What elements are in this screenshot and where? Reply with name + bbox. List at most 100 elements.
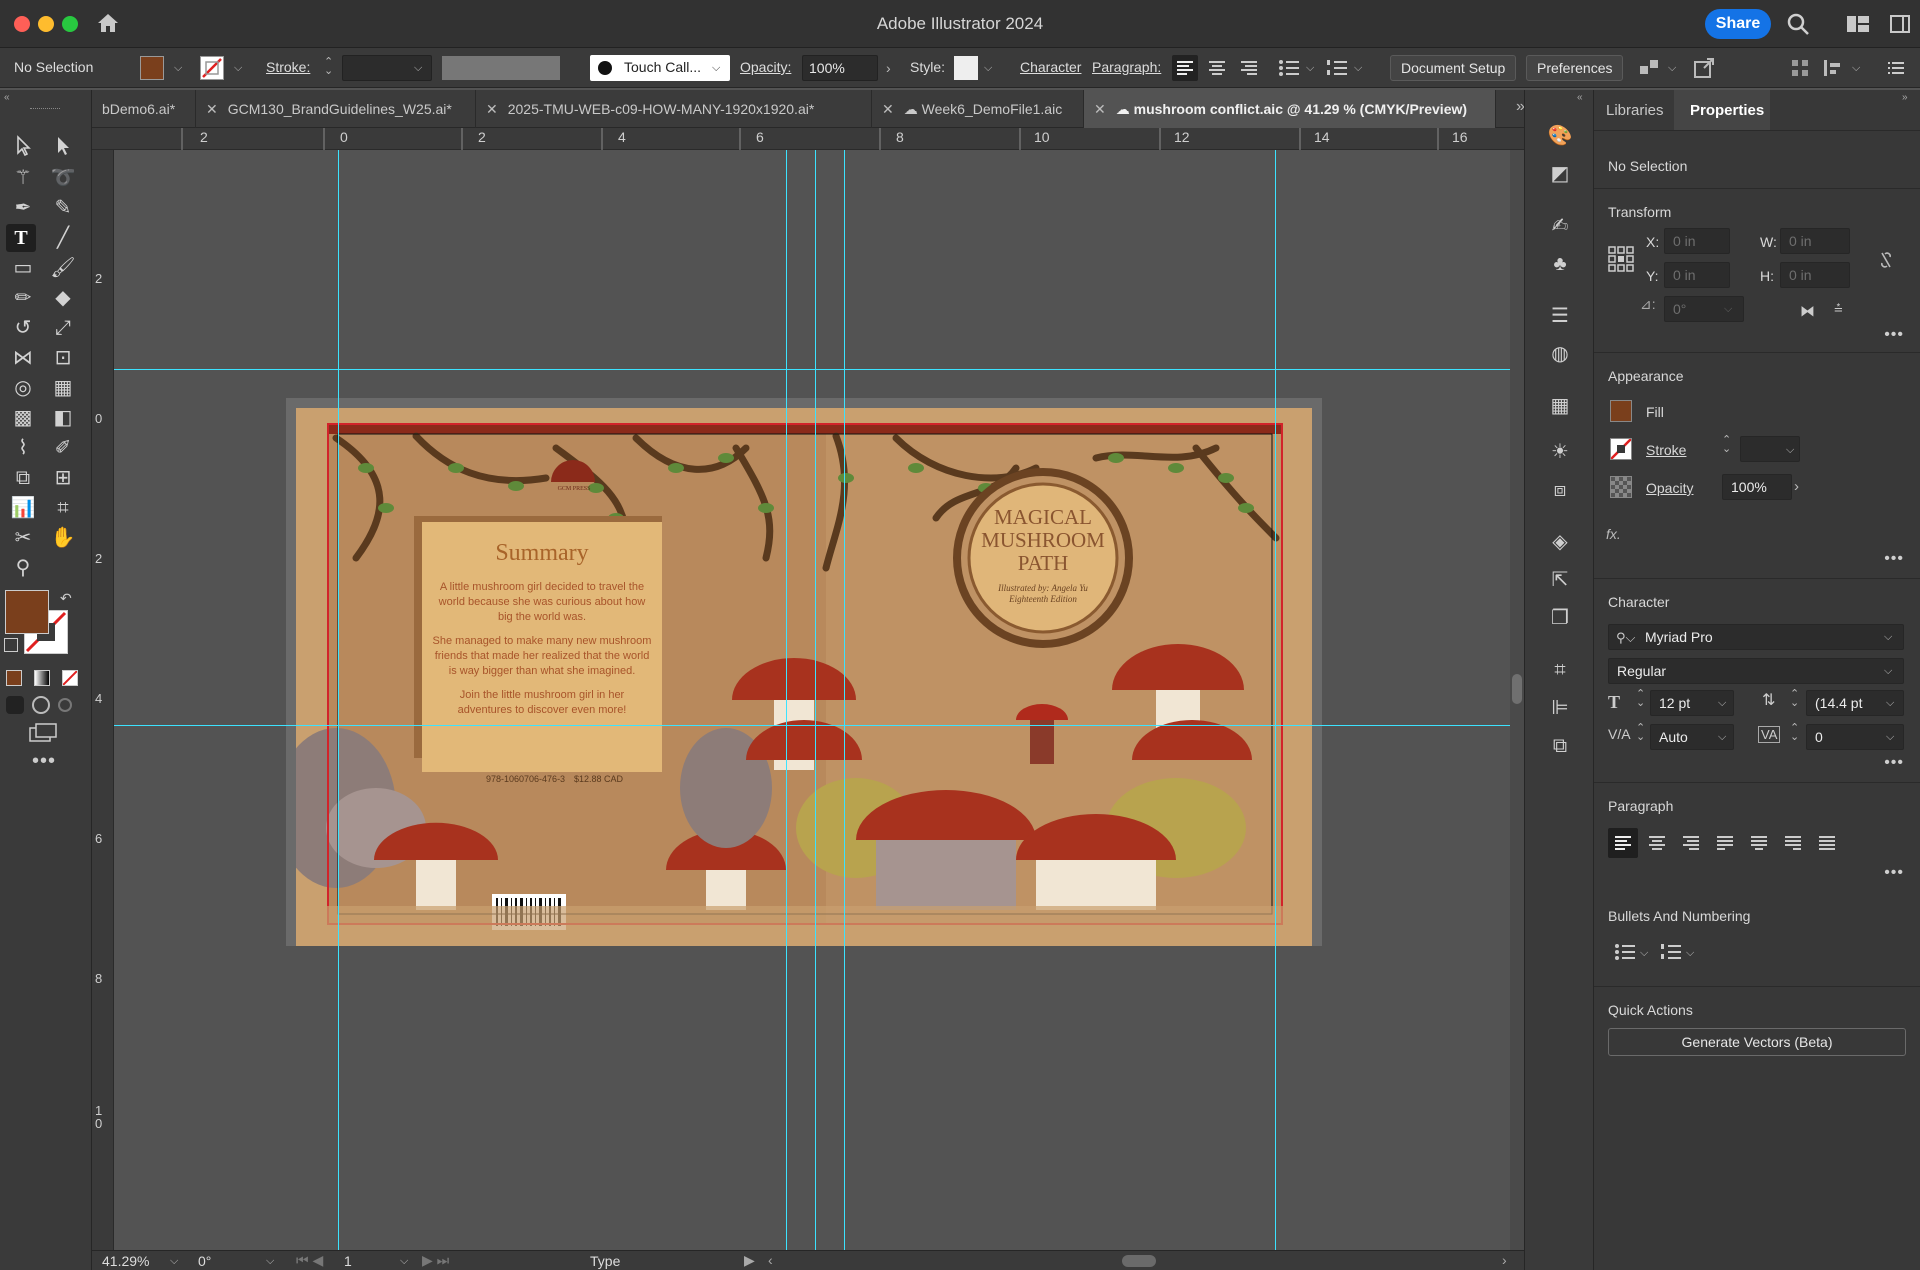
- appearance-stroke-label[interactable]: Stroke: [1646, 442, 1686, 458]
- color-guide-icon[interactable]: 🎨: [1547, 124, 1573, 148]
- eraser-tool-icon[interactable]: ◆: [48, 284, 78, 312]
- distribute-dropdown-icon[interactable]: ⌵: [1852, 62, 1860, 75]
- scroll-left-icon[interactable]: ‹: [768, 1252, 773, 1268]
- first-artboard-icon[interactable]: ⏮ ◀: [296, 1252, 323, 1269]
- swap-fill-stroke-icon[interactable]: ↶: [60, 590, 72, 607]
- align-right-button[interactable]: [1236, 55, 1262, 81]
- status-mode[interactable]: Type: [590, 1253, 620, 1269]
- appearance-opacity-label[interactable]: Opacity: [1646, 480, 1693, 496]
- gradient-tool-icon[interactable]: ◧: [48, 404, 78, 432]
- zoom-tool-icon[interactable]: ⚲: [8, 554, 38, 582]
- appearance-opacity-field[interactable]: 100%: [1722, 474, 1792, 500]
- panel-bullets-dropdown-icon[interactable]: ⌵: [1640, 947, 1648, 960]
- book-cover-artwork[interactable]: GCM PRESS Summary A little mushroom girl…: [296, 408, 1312, 946]
- horizontal-scrollbar-thumb[interactable]: [1122, 1255, 1156, 1267]
- gradient-mode-icon[interactable]: [34, 670, 50, 686]
- bullets-icon[interactable]: [1278, 58, 1300, 78]
- symbol-sprayer-tool-icon[interactable]: ⊞: [48, 464, 78, 492]
- arrange-icon[interactable]: [1638, 56, 1662, 80]
- close-tab-icon[interactable]: ✕: [1094, 101, 1106, 117]
- document-tab[interactable]: ✕ GCM130_BrandGuidelines_W25.ai*: [196, 90, 476, 128]
- pathfinder-icon[interactable]: ⧉: [1547, 734, 1573, 758]
- rotation-dropdown-icon[interactable]: ⌵: [266, 1255, 274, 1268]
- leading-stepper-icon[interactable]: ⌃ ⌄: [1790, 689, 1799, 709]
- font-size-dropdown-icon[interactable]: ⌵: [1718, 697, 1726, 710]
- width-tool-icon[interactable]: ⋈: [8, 344, 38, 372]
- align-panel-icon[interactable]: ⊫: [1547, 696, 1573, 720]
- control-bar-menu-icon[interactable]: [1886, 58, 1906, 78]
- flip-horizontal-icon[interactable]: ⧓: [1800, 302, 1815, 320]
- appearance-more-icon[interactable]: •••: [1884, 550, 1904, 568]
- fill-color-box[interactable]: [5, 590, 49, 634]
- transform-more-icon[interactable]: •••: [1884, 326, 1904, 344]
- share-button[interactable]: Share: [1705, 9, 1771, 39]
- brushes-icon[interactable]: ✍: [1547, 214, 1573, 238]
- close-tab-icon[interactable]: ✕: [206, 101, 218, 117]
- reference-point-icon[interactable]: [1608, 246, 1634, 272]
- layers-icon[interactable]: ◈: [1547, 530, 1573, 554]
- status-expand-icon[interactable]: ▶: [744, 1252, 755, 1269]
- document-tab[interactable]: ✕ ☁ Week6_DemoFile1.aic: [872, 90, 1084, 128]
- transform-panel-icon[interactable]: ⌗: [1547, 658, 1573, 682]
- x-field[interactable]: 0 in: [1664, 228, 1730, 254]
- para-align-center-button[interactable]: [1642, 828, 1672, 858]
- rectangle-tool-icon[interactable]: ▭: [8, 254, 38, 282]
- fx-icon[interactable]: fx.: [1606, 526, 1621, 542]
- export-icon[interactable]: [1692, 56, 1716, 80]
- para-align-left-button[interactable]: [1608, 828, 1638, 858]
- close-tab-icon[interactable]: ✕: [486, 101, 498, 117]
- appearance-panel-icon[interactable]: ☀: [1547, 440, 1573, 464]
- bullets-dropdown-icon[interactable]: ⌵: [1306, 62, 1314, 75]
- stroke-none-swatch[interactable]: [200, 56, 224, 80]
- document-tab[interactable]: bDemo6.ai*: [92, 90, 196, 128]
- symbols-icon[interactable]: ♣: [1547, 252, 1573, 276]
- close-tab-icon[interactable]: ✕: [882, 101, 894, 117]
- font-family-dropdown-icon[interactable]: ⌵: [1884, 631, 1892, 644]
- scroll-right-icon[interactable]: ›: [1502, 1252, 1507, 1268]
- vertical-guide[interactable]: [844, 150, 845, 1250]
- character-link[interactable]: Character: [1020, 59, 1081, 75]
- justify-center-button[interactable]: [1744, 828, 1774, 858]
- generate-vectors-button[interactable]: Generate Vectors (Beta): [1608, 1028, 1906, 1056]
- justify-left-button[interactable]: [1710, 828, 1740, 858]
- opacity-label[interactable]: Opacity:: [740, 59, 791, 75]
- appearance-fill-swatch[interactable]: [1610, 400, 1632, 422]
- vertical-guide[interactable]: [786, 150, 787, 1250]
- next-artboard-icon[interactable]: ▶ ⏭: [422, 1252, 449, 1269]
- graphic-styles-icon[interactable]: ⧈: [1547, 478, 1573, 502]
- canvas[interactable]: GCM PRESS Summary A little mushroom girl…: [114, 150, 1524, 1250]
- para-align-right-button[interactable]: [1676, 828, 1706, 858]
- swatches-icon[interactable]: ▦: [1547, 394, 1573, 418]
- search-icon[interactable]: [1786, 12, 1810, 36]
- draw-behind-icon[interactable]: [32, 696, 50, 714]
- artboard-number[interactable]: 1: [344, 1253, 352, 1269]
- stroke-weight-stepper-icon[interactable]: ⌃ ⌄: [1722, 435, 1731, 455]
- default-colors-icon[interactable]: [4, 638, 18, 652]
- stroke-label[interactable]: Stroke:: [266, 59, 310, 75]
- fill-swatch[interactable]: [140, 56, 164, 80]
- fill-dropdown-icon[interactable]: ⌵: [174, 62, 182, 75]
- rotation-value[interactable]: 0°: [198, 1253, 211, 1269]
- document-tab[interactable]: ✕ 2025-TMU-WEB-c09-HOW-MANY-1920x1920.ai*: [476, 90, 872, 128]
- color-icon[interactable]: ◩: [1547, 162, 1573, 186]
- opacity-expand-icon[interactable]: ›: [886, 60, 891, 76]
- paragraph-more-icon[interactable]: •••: [1884, 864, 1904, 882]
- workspace-switcher-icon[interactable]: [1846, 14, 1870, 34]
- h-field[interactable]: 0 in: [1780, 262, 1850, 288]
- mesh-tool-icon[interactable]: ▩: [8, 404, 38, 432]
- distribute-icon[interactable]: [1822, 58, 1844, 78]
- artboard-tool-icon[interactable]: ⌗: [48, 494, 78, 522]
- arrange-dropdown-icon[interactable]: ⌵: [1668, 62, 1676, 75]
- tracking-stepper-icon[interactable]: ⌃ ⌄: [1790, 723, 1799, 743]
- slice-tool-icon[interactable]: ✂: [8, 524, 38, 552]
- magic-wand-tool-icon[interactable]: ⚚: [8, 164, 38, 192]
- hand-tool-icon[interactable]: ✋: [48, 524, 78, 552]
- angle-dropdown-icon[interactable]: ⌵: [1724, 303, 1732, 316]
- horizontal-guide[interactable]: [114, 369, 1524, 370]
- character-more-icon[interactable]: •••: [1884, 754, 1904, 772]
- brush-dropdown-icon[interactable]: ⌵: [712, 62, 720, 75]
- flip-vertical-icon[interactable]: ⩮: [1834, 300, 1843, 317]
- measure-tool-icon[interactable]: ✐: [48, 434, 78, 462]
- vertical-ruler[interactable]: 2 0 2 4 6 8 10: [92, 150, 114, 1250]
- font-size-stepper-icon[interactable]: ⌃ ⌄: [1636, 689, 1645, 709]
